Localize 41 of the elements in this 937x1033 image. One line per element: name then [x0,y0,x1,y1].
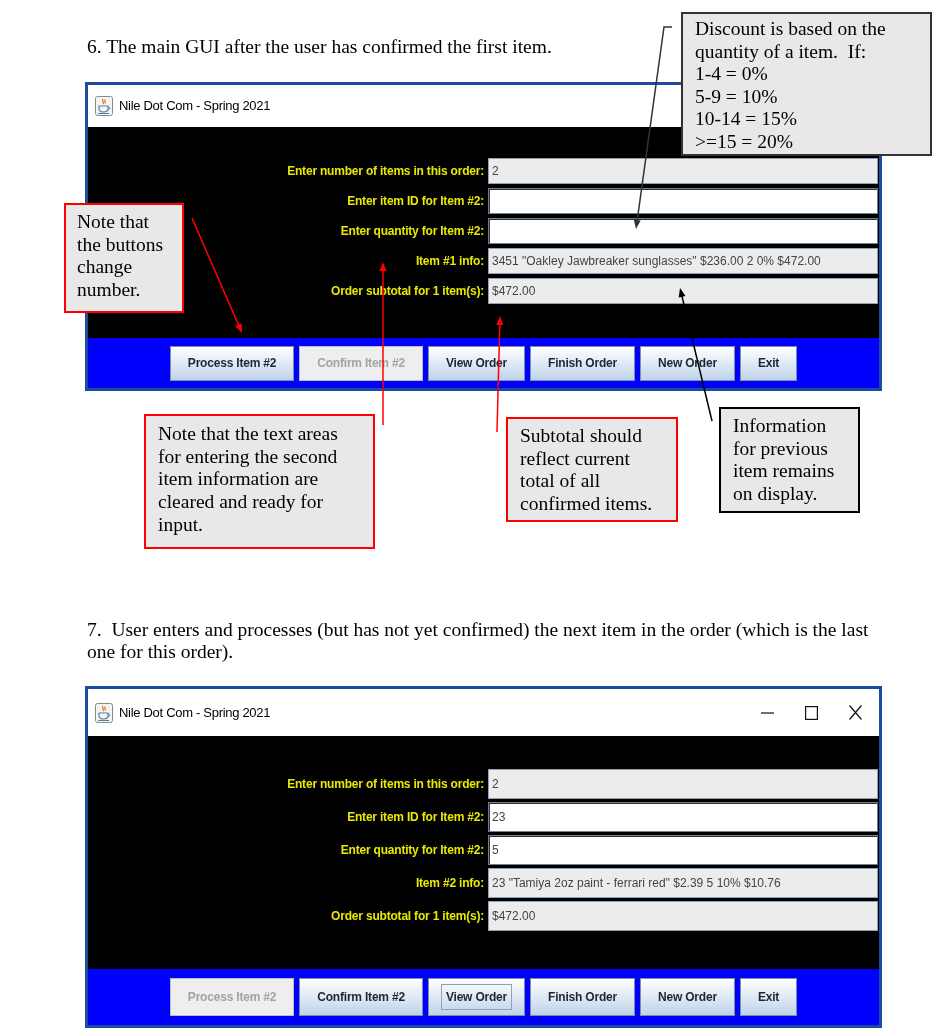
text-field[interactable]: $472.00 [488,277,878,304]
text-field[interactable] [488,187,878,214]
text-field[interactable] [488,217,878,244]
figure-caption: 6. The main GUI after the user has confirmed the first item. [87,36,552,59]
callout-note: Information for previous item remains on display. [719,407,860,513]
field-label: Order subtotal for 1 item(s): [331,908,484,926]
field-label: Enter number of items in this order: [287,162,484,180]
text-field[interactable]: 3451 "Oakley Jawbreaker sunglasses" $236.00 2 0% $472.00 [488,247,878,274]
coffee-cup-icon [95,95,113,116]
action-button[interactable]: New Order [640,978,735,1017]
coffee-cup-icon [95,702,113,723]
callout-note: Note that the buttons change number. [64,203,184,313]
text-field[interactable]: 5 [488,835,878,866]
field-label: Enter quantity for Item #2: [340,842,484,860]
figure-caption: 7. User enters and processes (but has not yet confirmed) the next item in the order (which is the last one for this order). [87,618,870,665]
callout-note: Discount is based on the quantity of a item. If: 1-4 = 0% 5-9 = 10% 10-14 = 15% >=15 = 20% [681,12,932,156]
field-label: Item #1 info: [415,252,484,270]
action-button[interactable]: Finish Order [530,345,636,381]
text-field[interactable]: 2 [488,157,878,184]
callout-note: Note that the text areas for entering the second item information are cleared and ready for input. [144,414,375,549]
text-field[interactable]: $472.00 [488,901,878,932]
field-label: Enter item ID for Item #2: [347,809,484,827]
window-title: Nile Dot Com - Spring 2021 [119,96,271,115]
field-label: Enter number of items in this order: [287,776,484,794]
close-icon[interactable] [849,705,862,721]
callout-note: Subtotal should reflect current total of all confirmed items. [506,417,678,522]
field-label: Enter item ID for Item #2: [347,192,484,210]
text-field[interactable]: 23 [488,802,878,833]
action-button[interactable]: Exit [739,978,798,1017]
minimize-icon[interactable] [761,711,774,714]
maximize-icon[interactable] [805,705,818,720]
action-button[interactable]: Confirm Item #2 [299,978,423,1017]
action-button[interactable]: Exit [739,345,798,381]
text-field[interactable]: 23 "Tamiya 2oz paint - ferrari red" $2.39 5 10% $10.76 [488,868,878,899]
field-label: Enter quantity for Item #2: [340,222,484,240]
field-label: Item #2 info: [415,875,484,893]
action-button[interactable]: Process Item #2 [169,345,295,381]
text-field[interactable]: 2 [488,769,878,800]
action-button[interactable]: View Order [427,978,526,1017]
action-button[interactable]: Finish Order [530,978,636,1017]
window-title: Nile Dot Com - Spring 2021 [119,703,271,722]
